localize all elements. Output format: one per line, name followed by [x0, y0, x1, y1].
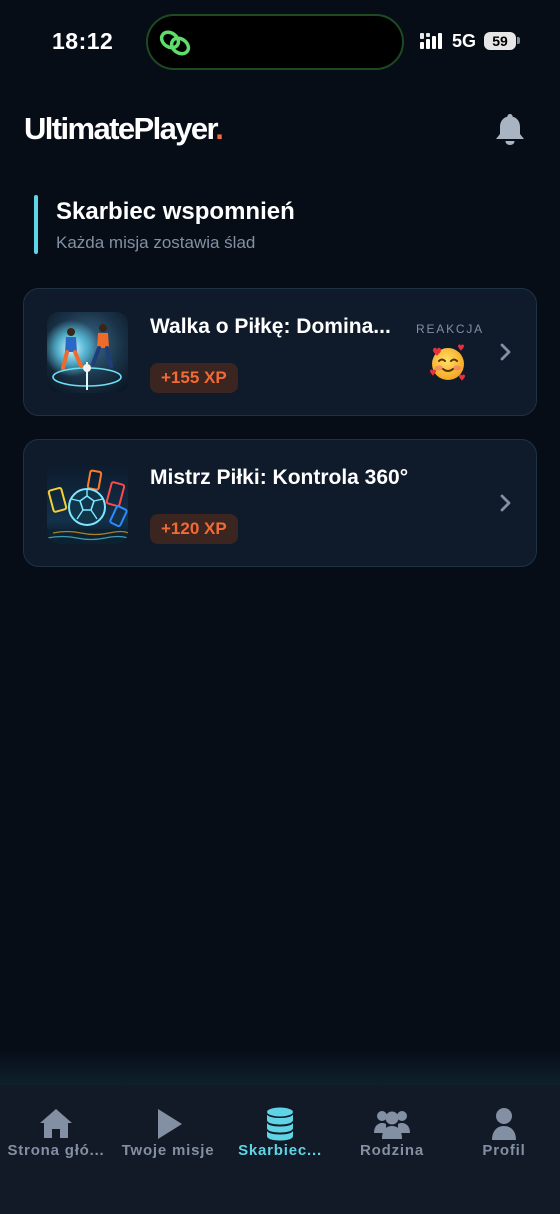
logo-text: UltimatePlayer [24, 111, 217, 146]
mission-card[interactable]: Walka o Piłkę: Domina... +155 XP REAKCJA [23, 288, 537, 416]
bell-icon[interactable] [494, 112, 526, 146]
smiling-face-with-hearts-icon [430, 344, 465, 381]
section-title: Skarbiec wspomnień [56, 198, 295, 225]
nav-label: Profil [482, 1142, 526, 1159]
nav-glow [0, 1050, 560, 1086]
app-logo[interactable]: UltimatePlayer. [24, 111, 224, 147]
nav-label: Strona głó... [7, 1142, 105, 1159]
bottom-nav: Strona głó... Twoje misje Skarbiec... Ro… [0, 1085, 560, 1214]
user-icon [492, 1108, 516, 1140]
nav-item-home[interactable]: Strona głó... [0, 1085, 112, 1175]
dynamic-island [146, 14, 404, 70]
mission-thumbnail [47, 463, 128, 544]
status-bar: 18:12 5G 59 [0, 0, 560, 84]
link-icon [159, 30, 191, 56]
nav-item-profile[interactable]: Profil [448, 1085, 560, 1175]
battery-icon: 59 [484, 32, 516, 50]
accent-bar [34, 195, 38, 254]
signal-icon [420, 33, 442, 49]
section-subtitle: Każda misja zostawia ślad [56, 233, 256, 252]
reaction-label: REAKCJA [416, 322, 484, 336]
play-icon [158, 1109, 182, 1139]
xp-badge: +120 XP [150, 514, 238, 544]
chevron-right-icon [500, 494, 511, 512]
nav-item-treasury[interactable]: Skarbiec... [224, 1085, 336, 1175]
nav-label: Twoje misje [121, 1142, 215, 1159]
nav-label: Skarbiec... [238, 1142, 322, 1159]
mission-title: Walka o Piłkę: Domina... [150, 315, 391, 338]
users-icon [374, 1111, 410, 1139]
chevron-right-icon [500, 343, 511, 361]
home-icon [40, 1109, 72, 1138]
status-time: 18:12 [52, 28, 114, 54]
mission-thumbnail [47, 312, 128, 393]
database-icon [267, 1107, 293, 1141]
xp-badge: +155 XP [150, 363, 238, 393]
logo-dot: . [215, 111, 224, 146]
nav-item-family[interactable]: Rodzina [336, 1085, 448, 1175]
battery-tip [517, 37, 520, 44]
nav-item-missions[interactable]: Twoje misje [112, 1085, 224, 1175]
nav-label: Rodzina [360, 1142, 424, 1159]
mission-title: Mistrz Piłki: Kontrola 360° [150, 466, 409, 489]
network-type: 5G [452, 31, 477, 51]
mission-card[interactable]: Mistrz Piłki: Kontrola 360° +120 XP [23, 439, 537, 567]
